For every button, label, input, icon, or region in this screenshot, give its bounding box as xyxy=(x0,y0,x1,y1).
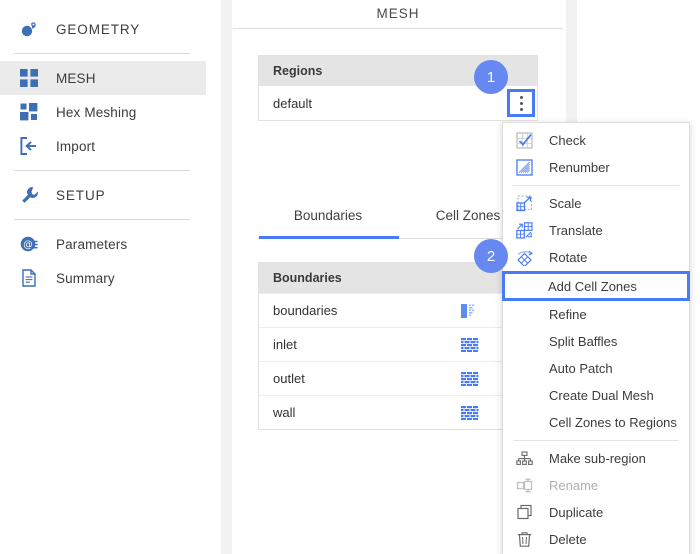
kebab-dot xyxy=(519,101,523,105)
sidebar-item-summary[interactable]: Summary xyxy=(0,261,206,295)
step-badge-1: 1 xyxy=(474,60,508,94)
kebab-dot xyxy=(519,95,523,99)
kebab-dot xyxy=(519,107,523,111)
app-window: GEOMETRY MESH Hex Meshing Import SETUP @… xyxy=(0,0,700,554)
title-divider xyxy=(233,28,563,29)
sidebar-item-mesh[interactable]: MESH xyxy=(0,61,206,95)
menu-item-rename[interactable]: Rename xyxy=(503,472,689,499)
boundary-name: inlet xyxy=(273,337,297,352)
menu-separator xyxy=(513,440,679,441)
sidebar-item-hex-meshing[interactable]: Hex Meshing xyxy=(0,95,206,129)
menu-item-add-cell-zones[interactable]: Add Cell Zones xyxy=(502,271,690,301)
sidebar-item-import[interactable]: Import xyxy=(0,129,206,163)
scale-icon xyxy=(515,195,533,213)
menu-item-split-baffles[interactable]: Split Baffles xyxy=(503,328,689,355)
table-row[interactable]: boundaries xyxy=(259,293,537,327)
geometry-icon xyxy=(18,18,40,40)
menu-item-translate[interactable]: Translate xyxy=(503,217,689,244)
sidebar-item-label: GEOMETRY xyxy=(56,21,141,37)
menu-item-label: Auto Patch xyxy=(549,361,613,376)
sidebar-item-label: Parameters xyxy=(56,236,128,252)
tab-active-indicator xyxy=(259,236,399,239)
step-badge-2: 2 xyxy=(474,239,508,273)
brick-wall-icon xyxy=(461,337,479,352)
sidebar-divider xyxy=(14,170,190,171)
parameters-icon: @ xyxy=(18,233,40,255)
sidebar-divider xyxy=(14,219,190,220)
sidebar-item-setup[interactable]: SETUP xyxy=(0,178,206,212)
menu-item-label: Cell Zones to Regions xyxy=(549,415,677,430)
menu-item-label: Rotate xyxy=(549,250,588,265)
rename-icon xyxy=(515,477,533,495)
import-icon xyxy=(18,135,40,157)
duplicate-icon xyxy=(515,504,533,522)
menu-item-label: Split Baffles xyxy=(549,334,618,349)
hex-meshing-icon xyxy=(18,101,40,123)
renumber-icon xyxy=(515,159,533,177)
menu-item-label: Make sub-region xyxy=(549,451,646,466)
menu-item-label: Add Cell Zones xyxy=(548,278,637,294)
region-name: default xyxy=(273,95,313,111)
page-title: MESH xyxy=(376,6,420,21)
rotate-icon xyxy=(515,249,533,267)
menu-item-cell-zones-to-regions[interactable]: Cell Zones to Regions xyxy=(503,409,689,436)
left-scrollbar-track[interactable] xyxy=(221,0,232,554)
sub-region-icon xyxy=(515,450,533,468)
sidebar-item-label: Summary xyxy=(56,270,115,286)
menu-item-label: Translate xyxy=(549,223,603,238)
sidebar-item-geometry[interactable]: GEOMETRY xyxy=(0,12,206,46)
tab-bar: Boundaries Cell Zones xyxy=(258,208,538,232)
trash-icon xyxy=(515,531,533,549)
sidebar-divider xyxy=(14,53,190,54)
menu-item-rotate[interactable]: Rotate xyxy=(503,244,689,271)
sidebar-item-parameters[interactable]: @ Parameters xyxy=(0,227,206,261)
check-grid-icon xyxy=(515,132,533,150)
menu-item-delete[interactable]: Delete xyxy=(503,526,689,553)
menu-item-label: Duplicate xyxy=(549,505,604,520)
menu-item-label: Check xyxy=(549,133,586,148)
sidebar-item-label: SETUP xyxy=(56,187,106,203)
svg-text:@: @ xyxy=(23,240,33,251)
tab-boundaries[interactable]: Boundaries xyxy=(258,208,398,232)
menu-item-make-sub-region[interactable]: Make sub-region xyxy=(503,445,689,472)
menu-item-label: Scale xyxy=(549,196,582,211)
mesh-grid-icon xyxy=(18,67,40,89)
menu-item-label: Create Dual Mesh xyxy=(549,388,654,403)
table-row[interactable]: outlet xyxy=(259,361,537,395)
menu-item-label: Renumber xyxy=(549,160,610,175)
boundary-name: boundaries xyxy=(273,303,338,318)
menu-item-label: Delete xyxy=(549,532,587,547)
sidebar: GEOMETRY MESH Hex Meshing Import SETUP @… xyxy=(0,0,206,554)
menu-item-refine[interactable]: Refine xyxy=(503,301,689,328)
menu-item-duplicate[interactable]: Duplicate xyxy=(503,499,689,526)
boundary-group-icon xyxy=(461,303,479,318)
more-options-button[interactable] xyxy=(507,89,535,117)
boundary-name: outlet xyxy=(273,371,305,386)
menu-item-label: Rename xyxy=(549,478,599,493)
menu-item-check[interactable]: Check xyxy=(503,127,689,154)
translate-icon xyxy=(515,222,533,240)
summary-document-icon xyxy=(18,267,40,289)
table-row[interactable]: inlet xyxy=(259,327,537,361)
context-menu: Check Renumber Scale Translate Rotate Ad… xyxy=(502,122,690,554)
menu-item-auto-patch[interactable]: Auto Patch xyxy=(503,355,689,382)
sidebar-item-label: Hex Meshing xyxy=(56,104,137,120)
sidebar-item-label: Import xyxy=(56,138,96,154)
menu-separator xyxy=(513,185,679,186)
menu-item-scale[interactable]: Scale xyxy=(503,190,689,217)
sidebar-item-label: MESH xyxy=(56,70,96,86)
wrench-icon xyxy=(18,184,40,206)
menu-item-renumber[interactable]: Renumber xyxy=(503,154,689,181)
boundary-name: wall xyxy=(273,405,296,420)
brick-wall-icon xyxy=(461,371,479,386)
brick-wall-icon xyxy=(461,405,479,420)
table-row[interactable]: wall xyxy=(259,395,537,429)
menu-item-create-dual-mesh[interactable]: Create Dual Mesh xyxy=(503,382,689,409)
menu-item-label: Refine xyxy=(549,307,587,322)
boundaries-card: Boundaries boundaries inlet outlet wall xyxy=(258,262,538,430)
